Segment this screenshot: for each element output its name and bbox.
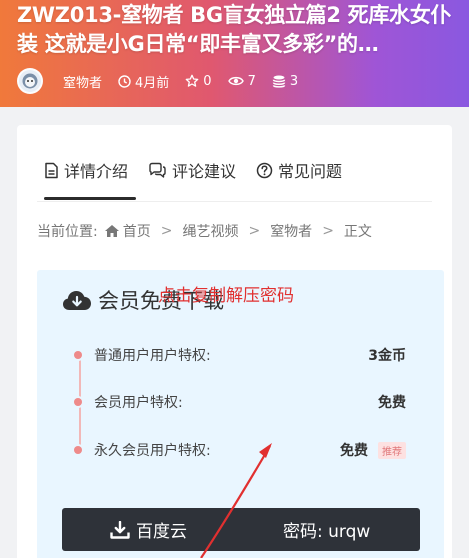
author-avatar[interactable]: [17, 68, 43, 94]
privilege-row-lifetime: 永久会员用户特权: 免费 推荐: [74, 439, 406, 461]
avatar-face-icon: [22, 73, 38, 89]
coins-icon: [272, 75, 286, 88]
tab-faq-label: 常见问题: [278, 162, 343, 181]
tab-comments[interactable]: 评论建议: [148, 158, 236, 182]
row-bullet: [74, 351, 82, 359]
post-time: 4月前: [118, 72, 169, 91]
post-coins-count: 3: [289, 73, 299, 89]
copy-password[interactable]: 密码: urqw: [283, 517, 370, 542]
tab-details-label: 详情介绍: [64, 162, 129, 181]
home-icon: [104, 225, 119, 237]
content-card: 详情介绍 评论建议 常见问题 当前位置: 首页 > 绳艺视频 > 窒物者 > 正…: [17, 125, 452, 558]
breadcrumb-item-current: 正文: [343, 224, 372, 240]
privilege-row-regular: 普通用户用户特权: 3金币: [74, 344, 406, 366]
breadcrumb: 当前位置: 首页 > 绳艺视频 > 窒物者 > 正文: [37, 221, 372, 241]
privilege-label: 会员用户特权:: [94, 395, 183, 411]
breadcrumb-separator: >: [322, 223, 334, 239]
row-bullet: [74, 398, 82, 406]
breadcrumb-item-author[interactable]: 窒物者: [270, 221, 312, 241]
annotation-text: 点击复制解压密码: [158, 286, 294, 306]
download-panel: 会员免费下载 普通用户用户特权: 3金币 会员用户特权: 免费 永久会员用户特权…: [37, 270, 444, 558]
breadcrumb-prefix: 当前位置:: [37, 224, 98, 240]
row-bullet: [74, 446, 82, 454]
post-stars-count: 0: [203, 73, 212, 89]
tab-details[interactable]: 详情介绍: [44, 158, 128, 182]
privilege-label: 普通用户用户特权:: [94, 348, 211, 364]
post-meta: 窒物者 4月前 0 7 3: [17, 67, 314, 95]
comment-icon: [149, 162, 166, 178]
breadcrumb-home[interactable]: 首页: [123, 221, 151, 241]
breadcrumb-separator: >: [248, 223, 261, 239]
tab-comments-label: 评论建议: [172, 162, 237, 181]
tab-bar: 详情介绍 评论建议 常见问题: [44, 157, 362, 183]
privilege-value: 3金币: [368, 348, 406, 364]
breadcrumb-item-category[interactable]: 绳艺视频: [182, 221, 238, 241]
post-hero: ZWZ013-窒物者 BG盲女独立篇2 死库水女仆装 这就是小G日常“即丰富又多…: [0, 0, 469, 107]
author-name[interactable]: 窒物者: [63, 72, 102, 91]
baidu-button-left: 百度云: [110, 517, 187, 542]
post-stars[interactable]: 0: [185, 73, 212, 89]
privilege-value: 免费: [378, 395, 406, 411]
download-icon: [110, 520, 130, 539]
post-views: 7: [227, 73, 256, 89]
privilege-row-member: 会员用户特权: 免费: [74, 391, 406, 413]
privilege-value: 免费: [340, 443, 368, 459]
post-coins: 3: [272, 74, 298, 89]
post-time-text: 4月前: [135, 75, 170, 91]
post-views-count: 7: [247, 73, 256, 89]
eye-icon: [227, 76, 244, 86]
privilege-label: 永久会员用户特权:: [94, 443, 211, 459]
star-icon: [185, 74, 199, 87]
recommended-badge: 推荐: [378, 441, 406, 459]
baidu-download-button[interactable]: 百度云 密码: urqw: [62, 508, 420, 551]
clock-icon: [118, 74, 131, 88]
breadcrumb-separator: >: [160, 223, 173, 239]
active-tab-indicator: [44, 197, 136, 200]
cloud-download-icon: [63, 291, 91, 310]
tab-divider: [37, 201, 432, 202]
document-icon: [45, 162, 58, 178]
post-title: ZWZ013-窒物者 BG盲女独立篇2 死库水女仆装 这就是小G日常“即丰富又多…: [17, 3, 452, 56]
tab-faq[interactable]: 常见问题: [256, 158, 342, 182]
baidu-button-label: 百度云: [136, 522, 187, 542]
question-icon: [256, 162, 273, 178]
